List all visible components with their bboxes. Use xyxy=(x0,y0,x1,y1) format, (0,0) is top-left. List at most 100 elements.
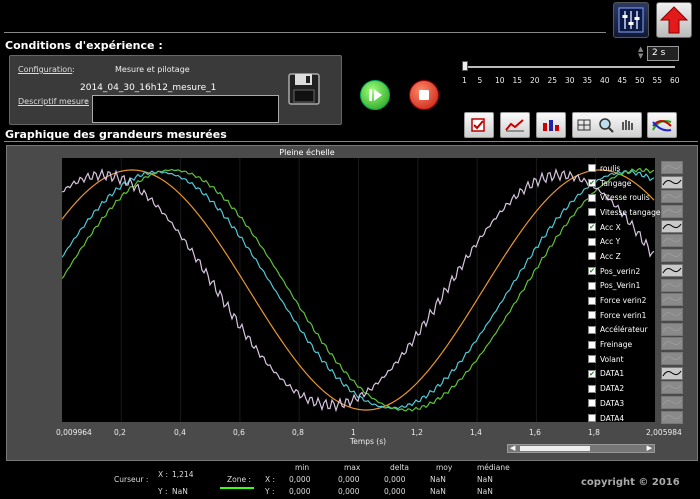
series-color-swatch[interactable] xyxy=(661,249,683,263)
wave-icon xyxy=(662,326,682,332)
series-color-swatch[interactable] xyxy=(661,381,683,395)
legend-checkbox[interactable] xyxy=(588,252,596,261)
wave-icon xyxy=(662,179,682,185)
series-color-swatch[interactable] xyxy=(661,337,683,351)
multi-curve-tool-button[interactable] xyxy=(647,112,677,138)
legend-item[interactable]: DATA4 xyxy=(588,411,658,426)
x-tick-label: 0,8 xyxy=(292,428,304,437)
timebase-field[interactable]: 2 s xyxy=(647,46,679,61)
series-color-swatch[interactable] xyxy=(661,219,683,233)
play-icon xyxy=(369,89,382,101)
legend-checkbox[interactable] xyxy=(588,281,596,290)
legend-item[interactable]: ✔ Tangage xyxy=(588,176,658,191)
bar-chart-tool-button[interactable] xyxy=(536,112,566,138)
play-button[interactable] xyxy=(360,80,390,110)
series-color-swatch[interactable] xyxy=(661,263,683,277)
legend-item[interactable]: Acc Y xyxy=(588,234,658,249)
check-tool-button[interactable] xyxy=(464,112,494,138)
series-color-swatch[interactable] xyxy=(661,322,683,336)
slider-tick-label: 50 xyxy=(635,76,645,85)
line-chart-tool-button[interactable] xyxy=(500,112,530,138)
zoom-tools-button[interactable] xyxy=(572,112,642,138)
legend-item[interactable]: Force verin1 xyxy=(588,308,658,323)
legend-checkbox[interactable]: ✔ xyxy=(588,223,596,232)
filename-value[interactable]: 2014_04_30_16h12_mesure_1 xyxy=(80,83,216,93)
zone-x-value: 0,000 xyxy=(384,475,406,484)
legend-checkbox[interactable] xyxy=(588,414,596,423)
timebase-slider-thumb[interactable] xyxy=(462,61,468,71)
legend-checkbox[interactable] xyxy=(588,193,596,202)
slider-tick-label: 45 xyxy=(617,76,628,85)
upload-button[interactable] xyxy=(656,2,692,38)
legend-item[interactable]: ✔ Pos_verin2 xyxy=(588,264,658,279)
legend-label: Acc Y xyxy=(600,237,621,247)
legend-item[interactable]: Acc Z xyxy=(588,249,658,264)
series-color-swatch[interactable] xyxy=(661,410,683,424)
legend-checkbox[interactable] xyxy=(588,355,596,364)
timebase-slider-track[interactable] xyxy=(465,66,675,68)
legend-item[interactable]: DATA3 xyxy=(588,396,658,411)
config-value[interactable]: Mesure et pilotage xyxy=(115,65,190,74)
legend-item[interactable]: Accélérateur xyxy=(588,323,658,338)
legend-checkbox[interactable] xyxy=(588,340,596,349)
stop-button[interactable] xyxy=(409,80,439,110)
bar-chart-icon xyxy=(543,120,559,131)
series-color-swatch[interactable] xyxy=(661,366,683,380)
scale-label[interactable]: Pleine échelle xyxy=(7,148,607,157)
plot-area[interactable] xyxy=(62,158,655,422)
legend-checkbox[interactable] xyxy=(588,311,596,320)
legend-item[interactable]: Force verin2 xyxy=(588,293,658,308)
x-tick-label: 0,6 xyxy=(233,428,245,437)
mixer-icon xyxy=(618,7,644,33)
scrollbar-thumb[interactable] xyxy=(520,446,590,451)
series-color-swatch[interactable] xyxy=(661,190,683,204)
legend-checkbox[interactable]: ✔ xyxy=(588,179,596,188)
zone-x-label: X : xyxy=(265,475,276,484)
slider-tick-label: 30 xyxy=(565,76,575,85)
legend-checkbox[interactable]: ✔ xyxy=(588,267,596,276)
legend-item[interactable]: Pos_Verin1 xyxy=(588,279,658,294)
series-color-swatch[interactable] xyxy=(661,205,683,219)
legend-item[interactable]: ✔ DATA1 xyxy=(588,367,658,382)
series-color-swatch[interactable] xyxy=(661,175,683,189)
timebase-spinner-arrows[interactable]: ▲ ▼ xyxy=(638,46,646,60)
legend-checkbox[interactable] xyxy=(588,237,596,246)
description-field[interactable] xyxy=(92,95,279,123)
legend-item[interactable]: DATA2 xyxy=(588,381,658,396)
arrow-up-icon xyxy=(659,6,689,34)
series-color-swatch[interactable] xyxy=(661,396,683,409)
legend-checkbox[interactable]: ✔ xyxy=(588,369,596,378)
series-color-swatch[interactable] xyxy=(661,278,683,292)
legend-checkbox[interactable] xyxy=(588,399,596,408)
scroll-left-icon[interactable]: ◀ xyxy=(510,444,515,452)
series-color-swatch[interactable] xyxy=(661,161,683,174)
legend-checkbox[interactable] xyxy=(588,208,596,217)
legend-checkbox[interactable] xyxy=(588,325,596,334)
wave-icon xyxy=(662,414,682,420)
legend-checkbox[interactable] xyxy=(588,296,596,305)
series-color-swatch[interactable] xyxy=(661,234,683,248)
zone-y-value: NaN xyxy=(430,487,446,496)
checkbox-icon xyxy=(471,118,485,132)
legend-item[interactable]: Volant xyxy=(588,352,658,367)
scroll-right-icon[interactable]: ▶ xyxy=(647,444,652,452)
legend-checkbox[interactable] xyxy=(588,384,596,393)
slider-tick-label: 5 xyxy=(477,76,483,85)
legend-item[interactable]: roulis xyxy=(588,161,658,176)
series-color-swatch[interactable] xyxy=(661,293,683,307)
legend-item[interactable]: Freinage xyxy=(588,337,658,352)
plot-scrollbar[interactable]: ◀ ▶ xyxy=(507,444,655,453)
mixer-button[interactable] xyxy=(613,2,649,38)
legend-label: Force verin2 xyxy=(600,296,647,306)
config-label: Configuration xyxy=(18,65,73,74)
legend-item[interactable]: Vitesse tangage xyxy=(588,205,660,220)
legend-checkbox[interactable] xyxy=(588,164,596,173)
x-tick-label: 2,005984 xyxy=(646,428,682,437)
legend-item[interactable]: Vitesse roulis xyxy=(588,190,658,205)
slider-tick-label: 1 xyxy=(462,76,467,85)
zone-y-value: 0,000 xyxy=(384,487,406,496)
series-color-swatch[interactable] xyxy=(661,351,683,365)
save-button[interactable] xyxy=(286,71,322,107)
legend-item[interactable]: ✔ Acc X xyxy=(588,220,658,235)
series-color-swatch[interactable] xyxy=(661,307,683,321)
